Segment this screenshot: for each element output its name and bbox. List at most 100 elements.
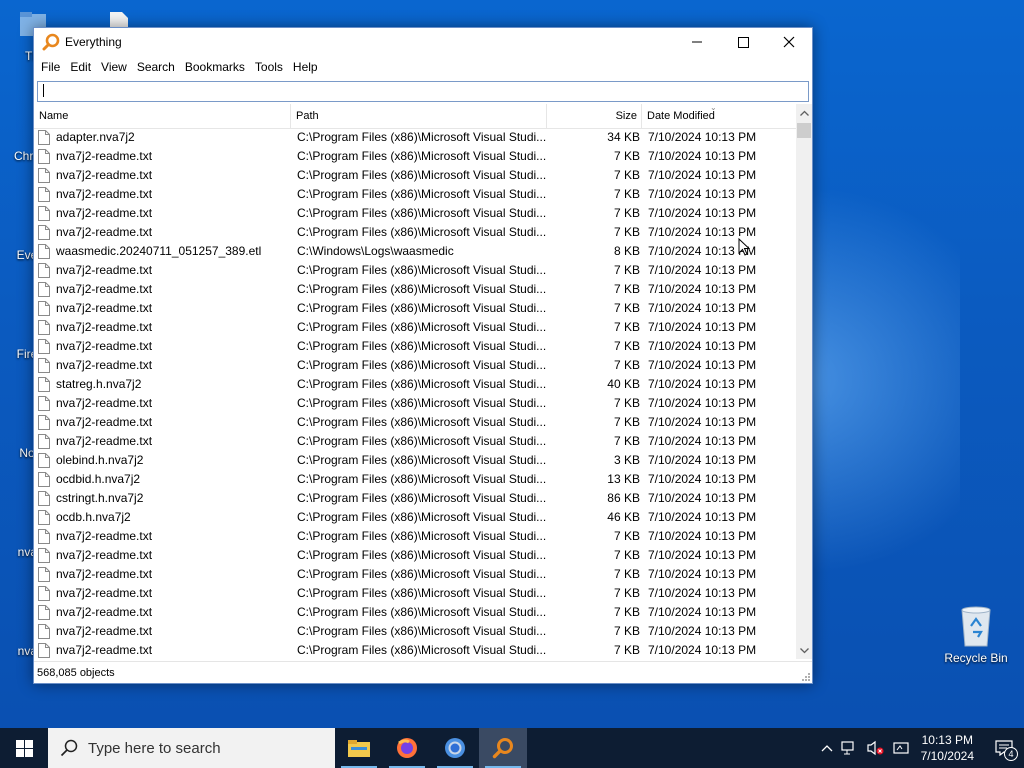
show-hidden-icons-button[interactable]: [821, 744, 833, 752]
cell-path: C:\Program Files (x86)\Microsoft Visual …: [297, 187, 547, 201]
file-name: nva7j2-readme.txt: [56, 396, 153, 410]
cell-date-modified: 7/10/2024 10:13 PM: [648, 358, 757, 372]
taskbar-clock[interactable]: 10:13 PM 7/10/2024: [921, 732, 974, 764]
taskbar-app-chrome[interactable]: [431, 728, 479, 768]
results-table: Name Path Size Date Modified ⌄ adapter.n…: [34, 104, 812, 659]
cell-size: 7 KB: [613, 434, 640, 448]
table-row[interactable]: nva7j2-readme.txt C:\Program Files (x86)\…: [34, 603, 797, 622]
taskbar-app-everything[interactable]: [479, 728, 527, 768]
menu-bookmarks[interactable]: Bookmarks: [180, 60, 250, 74]
file-icon: [38, 320, 50, 335]
menu-file[interactable]: File: [36, 60, 65, 74]
cell-name: nva7j2-readme.txt: [38, 166, 288, 185]
taskbar-app-file-explorer[interactable]: [335, 728, 383, 768]
table-row[interactable]: nva7j2-readme.txt C:\Program Files (x86)\…: [34, 641, 797, 659]
table-row[interactable]: cstringt.h.nva7j2 C:\Program Files (x86)\…: [34, 489, 797, 508]
ime-button[interactable]: [893, 741, 909, 755]
file-icon: [38, 301, 50, 316]
table-row[interactable]: nva7j2-readme.txt C:\Program Files (x86)\…: [34, 280, 797, 299]
minimize-button[interactable]: [674, 28, 720, 56]
file-icon: [38, 225, 50, 240]
menu-search[interactable]: Search: [132, 60, 180, 74]
file-name: nva7j2-readme.txt: [56, 301, 153, 315]
table-row[interactable]: nva7j2-readme.txt C:\Program Files (x86)\…: [34, 394, 797, 413]
file-icon: [38, 263, 50, 278]
cell-date-modified: 7/10/2024 10:13 PM: [648, 263, 757, 277]
vertical-scrollbar[interactable]: [796, 104, 812, 659]
table-row[interactable]: nva7j2-readme.txt C:\Program Files (x86)\…: [34, 565, 797, 584]
action-center-button[interactable]: 4: [984, 728, 1024, 768]
title-bar[interactable]: Everything: [34, 28, 812, 56]
search-input[interactable]: [37, 81, 809, 102]
table-row[interactable]: adapter.nva7j2 C:\Program Files (x86)\Mic…: [34, 128, 797, 147]
file-name: nva7j2-readme.txt: [56, 149, 153, 163]
taskbar-search-box[interactable]: Type here to search: [48, 728, 335, 768]
table-row[interactable]: nva7j2-readme.txt C:\Program Files (x86)\…: [34, 204, 797, 223]
table-row[interactable]: nva7j2-readme.txt C:\Program Files (x86)\…: [34, 166, 797, 185]
system-tray: 10:13 PM 7/10/2024 4: [817, 728, 1024, 768]
column-header-date-modified[interactable]: Date Modified: [642, 104, 797, 128]
cell-size: 7 KB: [613, 225, 640, 239]
cell-size: 7 KB: [613, 396, 640, 410]
table-row[interactable]: nva7j2-readme.txt C:\Program Files (x86)\…: [34, 622, 797, 641]
column-header-path[interactable]: Path: [291, 104, 547, 128]
table-row[interactable]: nva7j2-readme.txt C:\Program Files (x86)\…: [34, 299, 797, 318]
column-header-name[interactable]: Name: [34, 104, 291, 128]
volume-button[interactable]: [867, 740, 885, 756]
table-row[interactable]: statreg.h.nva7j2 C:\Program Files (x86)\M…: [34, 375, 797, 394]
maximize-button[interactable]: [720, 28, 766, 56]
taskbar-app-firefox[interactable]: [383, 728, 431, 768]
file-name: nva7j2-readme.txt: [56, 187, 153, 201]
cell-size: 7 KB: [613, 624, 640, 638]
table-row[interactable]: olebind.h.nva7j2 C:\Program Files (x86)\M…: [34, 451, 797, 470]
table-row[interactable]: nva7j2-readme.txt C:\Program Files (x86)\…: [34, 356, 797, 375]
network-button[interactable]: [841, 740, 859, 756]
file-icon: [38, 396, 50, 411]
cell-name: nva7j2-readme.txt: [38, 584, 288, 603]
resize-grip-icon[interactable]: [800, 671, 810, 681]
close-button[interactable]: [766, 28, 812, 56]
table-row[interactable]: nva7j2-readme.txt C:\Program Files (x86)\…: [34, 546, 797, 565]
scroll-up-button[interactable]: [796, 104, 812, 121]
table-row[interactable]: nva7j2-readme.txt C:\Program Files (x86)\…: [34, 527, 797, 546]
table-row[interactable]: nva7j2-readme.txt C:\Program Files (x86)\…: [34, 185, 797, 204]
file-icon: [38, 149, 50, 164]
table-row[interactable]: nva7j2-readme.txt C:\Program Files (x86)\…: [34, 147, 797, 166]
start-button[interactable]: [0, 728, 48, 768]
desktop-icon-recycle-bin[interactable]: Recycle Bin: [940, 602, 1012, 665]
taskbar-search-placeholder: Type here to search: [88, 739, 221, 757]
clock-date: 7/10/2024: [920, 749, 974, 763]
menu-help[interactable]: Help: [288, 60, 323, 74]
network-icon: [841, 741, 854, 755]
cell-name: olebind.h.nva7j2: [38, 451, 288, 470]
table-row[interactable]: ocdb.h.nva7j2 C:\Program Files (x86)\Micr…: [34, 508, 797, 527]
file-name: nva7j2-readme.txt: [56, 168, 153, 182]
scroll-down-button[interactable]: [796, 642, 812, 659]
cell-name: nva7j2-readme.txt: [38, 223, 288, 242]
cell-size: 7 KB: [613, 282, 640, 296]
column-header-size[interactable]: Size: [547, 104, 642, 128]
table-row[interactable]: nva7j2-readme.txt C:\Program Files (x86)\…: [34, 337, 797, 356]
table-row[interactable]: nva7j2-readme.txt C:\Program Files (x86)\…: [34, 584, 797, 603]
cell-path: C:\Program Files (x86)\Microsoft Visual …: [297, 586, 547, 600]
table-row[interactable]: nva7j2-readme.txt C:\Program Files (x86)\…: [34, 432, 797, 451]
cell-size: 7 KB: [613, 643, 640, 657]
cell-path: C:\Program Files (x86)\Microsoft Visual …: [297, 472, 547, 486]
menu-edit[interactable]: Edit: [65, 60, 96, 74]
cell-path: C:\Program Files (x86)\Microsoft Visual …: [297, 396, 547, 410]
menu-tools[interactable]: Tools: [250, 60, 288, 74]
cell-date-modified: 7/10/2024 10:13 PM: [648, 377, 757, 391]
table-row[interactable]: nva7j2-readme.txt C:\Program Files (x86)\…: [34, 318, 797, 337]
cell-size: 8 KB: [613, 244, 640, 258]
chevron-up-icon: [821, 745, 833, 752]
menu-view[interactable]: View: [96, 60, 132, 74]
scroll-thumb[interactable]: [797, 123, 811, 138]
table-row[interactable]: nva7j2-readme.txt C:\Program Files (x86)\…: [34, 413, 797, 432]
cell-date-modified: 7/10/2024 10:13 PM: [648, 206, 757, 220]
cell-path: C:\Program Files (x86)\Microsoft Visual …: [297, 339, 547, 353]
table-row[interactable]: waasmedic.20240711_051257_389.etl C:\Wind…: [34, 242, 797, 261]
file-name: nva7j2-readme.txt: [56, 263, 153, 277]
table-row[interactable]: nva7j2-readme.txt C:\Program Files (x86)\…: [34, 261, 797, 280]
table-row[interactable]: ocdbid.h.nva7j2 C:\Program Files (x86)\Mi…: [34, 470, 797, 489]
table-row[interactable]: nva7j2-readme.txt C:\Program Files (x86)\…: [34, 223, 797, 242]
